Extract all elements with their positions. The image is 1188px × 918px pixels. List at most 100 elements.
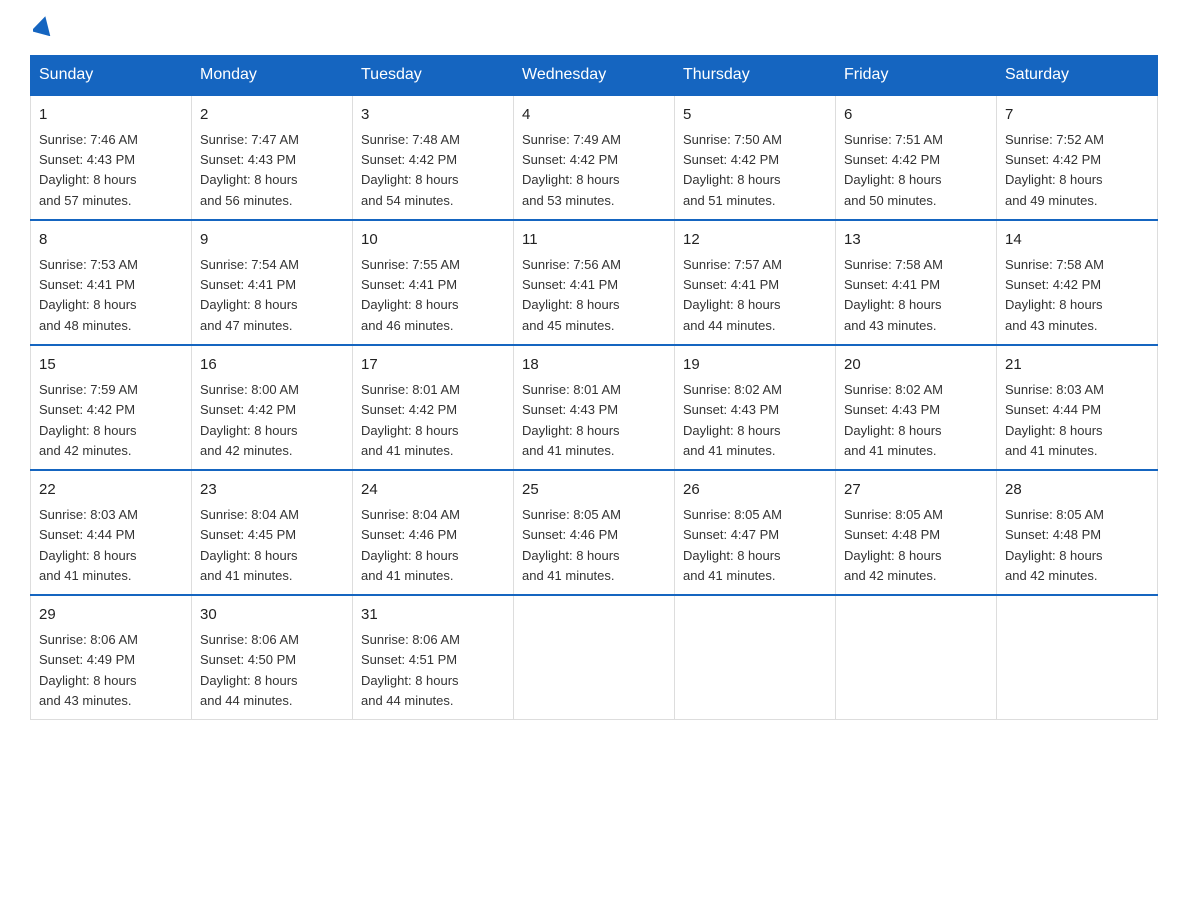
day-info: Sunrise: 7:53 AMSunset: 4:41 PMDaylight:… [39,257,138,332]
week-row-2: 8 Sunrise: 7:53 AMSunset: 4:41 PMDayligh… [31,220,1158,345]
calendar-cell [514,595,675,720]
calendar-cell: 21 Sunrise: 8:03 AMSunset: 4:44 PMDaylig… [997,345,1158,470]
calendar-cell: 10 Sunrise: 7:55 AMSunset: 4:41 PMDaylig… [353,220,514,345]
day-info: Sunrise: 7:52 AMSunset: 4:42 PMDaylight:… [1005,132,1104,207]
day-number: 19 [683,354,827,377]
week-row-1: 1 Sunrise: 7:46 AMSunset: 4:43 PMDayligh… [31,95,1158,220]
page-header [30,20,1158,35]
day-info: Sunrise: 8:00 AMSunset: 4:42 PMDaylight:… [200,382,299,457]
calendar-cell: 5 Sunrise: 7:50 AMSunset: 4:42 PMDayligh… [675,95,836,220]
day-info: Sunrise: 7:55 AMSunset: 4:41 PMDaylight:… [361,257,460,332]
day-info: Sunrise: 8:05 AMSunset: 4:48 PMDaylight:… [1005,507,1104,582]
day-number: 3 [361,104,505,127]
calendar-cell: 27 Sunrise: 8:05 AMSunset: 4:48 PMDaylig… [836,470,997,595]
week-row-3: 15 Sunrise: 7:59 AMSunset: 4:42 PMDaylig… [31,345,1158,470]
calendar-header: SundayMondayTuesdayWednesdayThursdayFrid… [31,55,1158,95]
day-info: Sunrise: 7:58 AMSunset: 4:42 PMDaylight:… [1005,257,1104,332]
calendar-cell [997,595,1158,720]
calendar-cell: 13 Sunrise: 7:58 AMSunset: 4:41 PMDaylig… [836,220,997,345]
weekday-sunday: Sunday [31,55,192,95]
day-info: Sunrise: 8:05 AMSunset: 4:46 PMDaylight:… [522,507,621,582]
logo-triangle-icon [33,14,53,41]
calendar-cell: 26 Sunrise: 8:05 AMSunset: 4:47 PMDaylig… [675,470,836,595]
day-info: Sunrise: 8:03 AMSunset: 4:44 PMDaylight:… [39,507,138,582]
day-number: 18 [522,354,666,377]
day-info: Sunrise: 8:05 AMSunset: 4:48 PMDaylight:… [844,507,943,582]
calendar-cell: 17 Sunrise: 8:01 AMSunset: 4:42 PMDaylig… [353,345,514,470]
calendar-cell: 18 Sunrise: 8:01 AMSunset: 4:43 PMDaylig… [514,345,675,470]
weekday-tuesday: Tuesday [353,55,514,95]
calendar-cell: 30 Sunrise: 8:06 AMSunset: 4:50 PMDaylig… [192,595,353,720]
day-info: Sunrise: 7:51 AMSunset: 4:42 PMDaylight:… [844,132,943,207]
day-number: 4 [522,104,666,127]
logo [30,20,53,35]
calendar-cell: 4 Sunrise: 7:49 AMSunset: 4:42 PMDayligh… [514,95,675,220]
day-number: 8 [39,229,183,252]
day-number: 24 [361,479,505,502]
day-info: Sunrise: 8:06 AMSunset: 4:51 PMDaylight:… [361,632,460,707]
day-number: 20 [844,354,988,377]
weekday-header-row: SundayMondayTuesdayWednesdayThursdayFrid… [31,55,1158,95]
day-number: 29 [39,604,183,627]
calendar-cell: 12 Sunrise: 7:57 AMSunset: 4:41 PMDaylig… [675,220,836,345]
day-number: 16 [200,354,344,377]
calendar-cell: 19 Sunrise: 8:02 AMSunset: 4:43 PMDaylig… [675,345,836,470]
day-info: Sunrise: 7:59 AMSunset: 4:42 PMDaylight:… [39,382,138,457]
day-number: 12 [683,229,827,252]
day-info: Sunrise: 8:01 AMSunset: 4:43 PMDaylight:… [522,382,621,457]
calendar-cell [675,595,836,720]
week-row-5: 29 Sunrise: 8:06 AMSunset: 4:49 PMDaylig… [31,595,1158,720]
day-info: Sunrise: 8:01 AMSunset: 4:42 PMDaylight:… [361,382,460,457]
calendar-cell: 14 Sunrise: 7:58 AMSunset: 4:42 PMDaylig… [997,220,1158,345]
calendar-cell: 11 Sunrise: 7:56 AMSunset: 4:41 PMDaylig… [514,220,675,345]
calendar-cell: 3 Sunrise: 7:48 AMSunset: 4:42 PMDayligh… [353,95,514,220]
calendar-cell: 16 Sunrise: 8:00 AMSunset: 4:42 PMDaylig… [192,345,353,470]
calendar-table: SundayMondayTuesdayWednesdayThursdayFrid… [30,55,1158,720]
day-info: Sunrise: 8:06 AMSunset: 4:49 PMDaylight:… [39,632,138,707]
calendar-cell: 23 Sunrise: 8:04 AMSunset: 4:45 PMDaylig… [192,470,353,595]
day-number: 13 [844,229,988,252]
calendar-cell: 22 Sunrise: 8:03 AMSunset: 4:44 PMDaylig… [31,470,192,595]
day-number: 2 [200,104,344,127]
day-number: 21 [1005,354,1149,377]
calendar-cell: 1 Sunrise: 7:46 AMSunset: 4:43 PMDayligh… [31,95,192,220]
day-info: Sunrise: 8:02 AMSunset: 4:43 PMDaylight:… [844,382,943,457]
day-number: 30 [200,604,344,627]
week-row-4: 22 Sunrise: 8:03 AMSunset: 4:44 PMDaylig… [31,470,1158,595]
day-info: Sunrise: 8:05 AMSunset: 4:47 PMDaylight:… [683,507,782,582]
day-number: 25 [522,479,666,502]
weekday-friday: Friday [836,55,997,95]
day-number: 22 [39,479,183,502]
calendar-cell: 15 Sunrise: 7:59 AMSunset: 4:42 PMDaylig… [31,345,192,470]
weekday-wednesday: Wednesday [514,55,675,95]
day-number: 6 [844,104,988,127]
day-info: Sunrise: 7:50 AMSunset: 4:42 PMDaylight:… [683,132,782,207]
day-info: Sunrise: 7:49 AMSunset: 4:42 PMDaylight:… [522,132,621,207]
calendar-cell: 9 Sunrise: 7:54 AMSunset: 4:41 PMDayligh… [192,220,353,345]
day-info: Sunrise: 7:58 AMSunset: 4:41 PMDaylight:… [844,257,943,332]
day-number: 14 [1005,229,1149,252]
day-number: 7 [1005,104,1149,127]
calendar-cell: 31 Sunrise: 8:06 AMSunset: 4:51 PMDaylig… [353,595,514,720]
day-number: 9 [200,229,344,252]
day-number: 28 [1005,479,1149,502]
day-number: 5 [683,104,827,127]
day-info: Sunrise: 7:46 AMSunset: 4:43 PMDaylight:… [39,132,138,207]
day-info: Sunrise: 8:04 AMSunset: 4:46 PMDaylight:… [361,507,460,582]
calendar-cell: 6 Sunrise: 7:51 AMSunset: 4:42 PMDayligh… [836,95,997,220]
day-number: 17 [361,354,505,377]
day-info: Sunrise: 7:47 AMSunset: 4:43 PMDaylight:… [200,132,299,207]
day-number: 1 [39,104,183,127]
weekday-saturday: Saturday [997,55,1158,95]
calendar-cell: 24 Sunrise: 8:04 AMSunset: 4:46 PMDaylig… [353,470,514,595]
calendar-cell [836,595,997,720]
day-info: Sunrise: 7:56 AMSunset: 4:41 PMDaylight:… [522,257,621,332]
weekday-monday: Monday [192,55,353,95]
day-number: 26 [683,479,827,502]
day-info: Sunrise: 7:57 AMSunset: 4:41 PMDaylight:… [683,257,782,332]
day-info: Sunrise: 8:06 AMSunset: 4:50 PMDaylight:… [200,632,299,707]
calendar-cell: 28 Sunrise: 8:05 AMSunset: 4:48 PMDaylig… [997,470,1158,595]
day-info: Sunrise: 8:04 AMSunset: 4:45 PMDaylight:… [200,507,299,582]
calendar-cell: 29 Sunrise: 8:06 AMSunset: 4:49 PMDaylig… [31,595,192,720]
day-number: 27 [844,479,988,502]
